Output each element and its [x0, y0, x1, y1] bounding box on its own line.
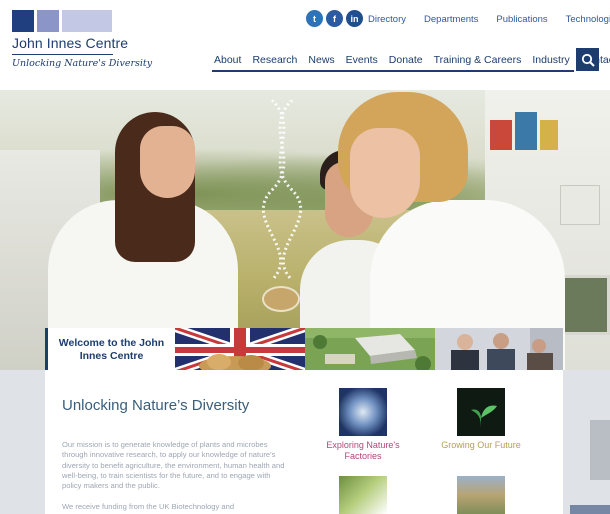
nav-item-donate[interactable]: Donate: [389, 54, 423, 66]
logo-square-mid: [37, 10, 59, 32]
promo-thumbnail: [339, 476, 387, 514]
hero-lab-box: [540, 120, 558, 150]
promo-caption: Growing Our Future: [441, 440, 521, 450]
promo-caption: Exploring Nature's Factories: [326, 440, 400, 461]
dna-helix-graphic: [261, 100, 303, 280]
main-nav: About Research News Events Donate Traini…: [214, 54, 610, 66]
welcome-tab[interactable]: Welcome to the John Innes Centre: [45, 328, 175, 372]
campus-aerial-image: [305, 328, 435, 372]
logo-divider: [12, 54, 113, 55]
next-panel-image: [590, 420, 610, 480]
petri-dish: [262, 286, 300, 312]
promo-thumbnail: [339, 388, 387, 436]
intro-paragraph-continued: We receive funding from the UK Biotechno…: [62, 502, 235, 511]
utility-link-directory[interactable]: Directory: [368, 14, 406, 25]
logo-square-light: [62, 10, 112, 32]
nav-item-about[interactable]: About: [214, 54, 241, 66]
feature-tile-britain[interactable]: [175, 328, 305, 372]
facebook-icon[interactable]: f: [326, 10, 343, 27]
feature-tile-campus[interactable]: [305, 328, 435, 372]
hero-lab-box: [560, 185, 600, 225]
logo-name: John Innes Centre: [12, 35, 129, 51]
twitter-icon[interactable]: t: [306, 10, 323, 27]
nav-item-events[interactable]: Events: [346, 54, 378, 66]
utility-link-technologies[interactable]: Technologies: [566, 14, 610, 25]
promo-plant-image[interactable]: [339, 476, 387, 514]
social-links: t f in: [306, 10, 363, 27]
promo-thumbnail: [457, 388, 505, 436]
nav-item-research[interactable]: Research: [252, 54, 297, 66]
promo-thumbnail: [457, 476, 505, 514]
next-panel-footer: [570, 505, 610, 514]
carousel-prev-panel: [0, 370, 45, 514]
search-icon: [581, 53, 595, 67]
scientist-right-face: [350, 128, 420, 218]
hero-lab-box: [490, 120, 512, 150]
scientist-left-face: [140, 126, 195, 198]
students-image: [435, 328, 563, 372]
feature-strip: Welcome to the John Innes Centre: [45, 328, 563, 372]
linkedin-icon[interactable]: in: [346, 10, 363, 27]
seedling-image: [457, 388, 505, 436]
hero-lab-box: [515, 112, 537, 150]
utility-nav: Directory Departments Publications Techn…: [368, 14, 610, 25]
union-flag-image: [175, 328, 305, 372]
utility-link-publications[interactable]: Publications: [496, 14, 547, 25]
nav-item-news[interactable]: News: [308, 54, 334, 66]
intro-paragraph: Our mission is to generate knowledge of …: [62, 440, 285, 491]
hero-monitor: [560, 275, 610, 335]
promo-growing-our-future[interactable]: Growing Our Future: [441, 388, 521, 450]
nav-item-training-careers[interactable]: Training & Careers: [434, 54, 522, 66]
nav-item-industry[interactable]: Industry: [532, 54, 569, 66]
search-button[interactable]: [576, 48, 599, 71]
utility-link-departments[interactable]: Departments: [424, 14, 478, 25]
feature-tile-people[interactable]: [435, 328, 563, 372]
promo-exploring-natures-factories[interactable]: Exploring Nature's Factories: [326, 388, 400, 461]
site-header: John Innes Centre Unlocking Nature's Div…: [0, 0, 610, 90]
intro-heading: Unlocking Nature’s Diversity: [62, 397, 250, 414]
nav-underline: [212, 70, 574, 72]
logo-square-dark: [12, 10, 34, 32]
site-logo[interactable]: John Innes Centre Unlocking Nature's Div…: [12, 10, 152, 74]
promo-landscape-image[interactable]: [457, 476, 505, 514]
logo-tagline: Unlocking Nature's Diversity: [12, 58, 153, 69]
